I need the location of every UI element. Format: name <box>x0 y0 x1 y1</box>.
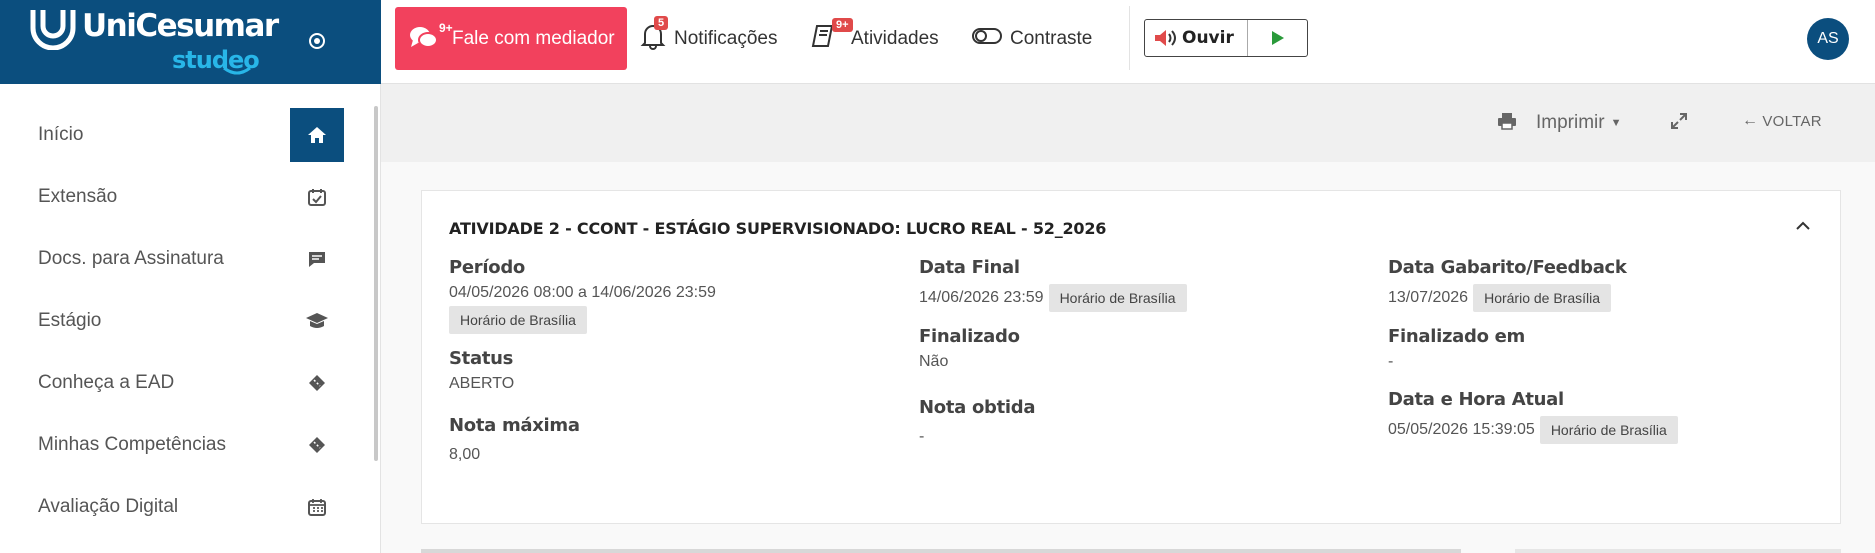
nota-maxima-label: Nota máxima <box>449 415 580 436</box>
timezone-badge: Horário de Brasília <box>1048 284 1187 312</box>
finalizado-em-label: Finalizado em <box>1388 326 1525 347</box>
timezone-badge: Horário de Brasília <box>449 306 587 334</box>
timezone-badge: Horário de Brasília <box>1473 284 1612 312</box>
calendar-icon <box>290 480 344 534</box>
ouvir-button[interactable]: Ouvir <box>1145 20 1248 56</box>
speaker-icon <box>1155 30 1176 46</box>
sidebar-item-docs-assinatura[interactable]: Docs. para Assinatura <box>0 228 370 290</box>
sidebar-item-minhas-competencias[interactable]: Minhas Competências <box>0 414 370 476</box>
main-content: ATIVIDADE 2 - CCONT - ESTÁGIO SUPERVISIO… <box>381 162 1875 553</box>
sidebar-item-extensao[interactable]: Extensão <box>0 166 370 228</box>
bell-icon: 5 <box>640 16 669 56</box>
ouvir-label: Ouvir <box>1182 28 1234 48</box>
chevron-up-icon[interactable] <box>1796 221 1810 231</box>
nota-maxima-value: 8,00 <box>449 446 481 463</box>
sidebar: Início Extensão Docs. para Assinatura Es… <box>0 84 381 553</box>
collapse-menu-icon[interactable] <box>307 31 327 51</box>
sidebar-item-label: Estágio <box>38 310 102 331</box>
imprimir-dropdown[interactable]: Imprimir ▼ <box>1536 112 1622 134</box>
gabarito-label: Data Gabarito/Feedback <box>1388 257 1627 278</box>
finalizado-value: Não <box>919 353 949 370</box>
graduation-cap-icon <box>290 294 344 348</box>
sidebar-item-conheca-ead[interactable]: Conheça a EAD <box>0 352 370 414</box>
data-final-label: Data Final <box>919 257 1020 278</box>
timezone-badge: Horário de Brasília <box>1539 416 1678 444</box>
notificacoes-label: Notificações <box>674 28 778 49</box>
periodo-value: 04/05/2026 08:00 a 14/06/2026 23:59 <box>449 284 716 301</box>
arrow-left-icon: ← <box>1742 112 1759 129</box>
user-avatar[interactable]: AS <box>1807 18 1849 60</box>
chat-icon <box>290 232 344 286</box>
sidebar-scrollbar[interactable] <box>374 106 378 461</box>
home-icon <box>290 108 344 162</box>
brand-logo-area: UniCesumar studeo <box>0 0 381 84</box>
logo-smile-icon <box>223 66 251 75</box>
contraste-toggle[interactable]: Contraste <box>972 24 1092 54</box>
top-bar: 9+ Fale com mediador 5 Notificações 9+ A… <box>381 0 1875 84</box>
toggle-icon <box>972 27 1002 51</box>
sidebar-item-avaliacao-digital[interactable]: Avaliação Digital <box>0 476 370 538</box>
voltar-label: VOLTAR <box>1762 112 1822 130</box>
activity-title: ATIVIDADE 2 - CCONT - ESTÁGIO SUPERVISIO… <box>449 219 1107 238</box>
finalizado-em-value: - <box>1388 353 1394 370</box>
ouvir-player[interactable]: Ouvir <box>1144 19 1308 57</box>
content-toolbar: Imprimir ▼ ← VOLTAR <box>381 84 1875 162</box>
book-icon: 9+ <box>811 18 853 55</box>
brand-name: UniCesumar <box>82 8 279 44</box>
atividades-button[interactable]: 9+ Atividades <box>811 18 939 55</box>
nota-obtida-value: - <box>919 428 925 445</box>
sidebar-item-label: Minhas Competências <box>38 434 226 455</box>
unicesumar-logo-icon <box>30 10 76 50</box>
sidebar-item-label: Conheça a EAD <box>38 372 175 393</box>
expand-icon[interactable] <box>1670 112 1688 130</box>
sidebar-item-estagio[interactable]: Estágio <box>0 290 370 352</box>
printer-icon[interactable] <box>1497 112 1517 130</box>
contraste-label: Contraste <box>1010 28 1093 49</box>
mediador-label: Fale com mediador <box>452 28 615 49</box>
sidebar-item-inicio[interactable]: Início <box>0 104 370 166</box>
gabarito-value: 13/07/2026 <box>1388 289 1469 306</box>
sidebar-item-label: Extensão <box>38 186 118 207</box>
activity-column-2: Data Final 14/06/2026 23:59 Horário de B… <box>919 257 1359 460</box>
nota-obtida-label: Nota obtida <box>919 397 1036 418</box>
voltar-button[interactable]: ← VOLTAR <box>1742 112 1822 130</box>
data-atual-label: Data e Hora Atual <box>1388 389 1564 410</box>
fale-com-mediador-button[interactable]: 9+ Fale com mediador <box>395 7 627 70</box>
ticket-icon <box>290 356 344 410</box>
data-final-value: 14/06/2026 23:59 <box>919 289 1044 306</box>
notificacoes-badge: 5 <box>654 16 669 30</box>
header-divider <box>1129 6 1130 70</box>
atividades-badge: 9+ <box>832 18 853 32</box>
imprimir-label: Imprimir <box>1536 112 1605 133</box>
status-label: Status <box>449 348 514 369</box>
sidebar-item-label: Avaliação Digital <box>38 496 179 517</box>
next-card-edge <box>421 549 1461 553</box>
play-icon <box>1271 31 1284 45</box>
data-atual-value: 05/05/2026 15:39:05 <box>1388 421 1535 438</box>
ticket-icon <box>290 418 344 472</box>
sidebar-item-label: Docs. para Assinatura <box>38 248 224 269</box>
play-button[interactable] <box>1248 20 1307 56</box>
atividades-label: Atividades <box>851 28 939 49</box>
periodo-label: Período <box>449 257 525 278</box>
activity-column-1: Período 04/05/2026 08:00 a 14/06/2026 23… <box>449 257 889 478</box>
activity-column-3: Data Gabarito/Feedback 13/07/2026 Horári… <box>1388 257 1828 458</box>
finalizado-label: Finalizado <box>919 326 1020 347</box>
status-value: ABERTO <box>449 375 515 392</box>
caret-down-icon: ▼ <box>1610 117 1622 129</box>
calendar-check-icon <box>290 170 344 224</box>
sidebar-item-label: Início <box>38 124 84 145</box>
notificacoes-button[interactable]: 5 Notificações <box>640 16 778 56</box>
activity-card: ATIVIDADE 2 - CCONT - ESTÁGIO SUPERVISIO… <box>421 190 1841 524</box>
next-card-edge <box>1515 549 1841 553</box>
